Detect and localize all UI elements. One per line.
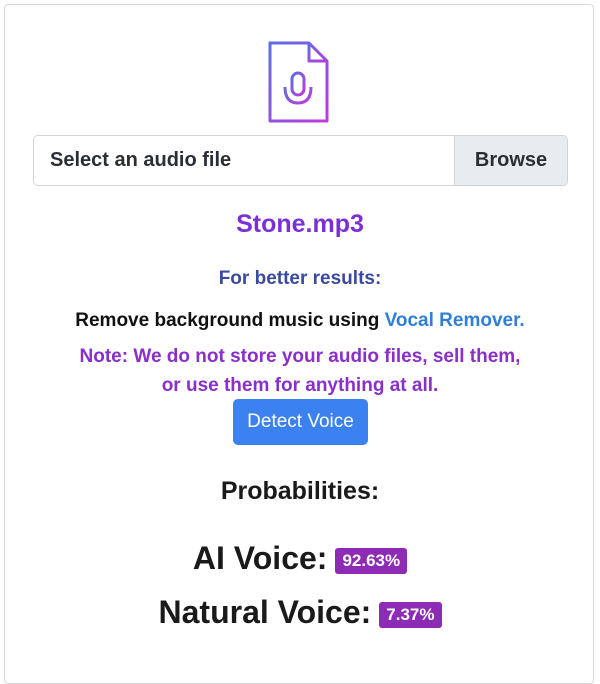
ai-voice-badge: 92.63% — [335, 548, 408, 574]
natural-voice-badge: 7.37% — [379, 602, 442, 628]
tips-heading: For better results: — [218, 268, 382, 289]
remove-music-tip: Remove background music using Vocal Remo… — [0, 310, 600, 332]
natural-voice-label: Natural Voice: — [158, 593, 372, 630]
remove-tip-text: Remove background music using — [75, 310, 385, 331]
probabilities-heading: Probabilities: — [220, 477, 380, 505]
privacy-note-line1: Note: We do not store your audio files, … — [79, 346, 521, 367]
file-input-label[interactable]: Select an audio file — [34, 136, 454, 185]
privacy-note-line2: or use them for anything at all. — [161, 375, 439, 396]
privacy-note: Note: We do not store your audio files, … — [0, 342, 600, 400]
natural-voice-result: Natural Voice: 7.37% — [0, 592, 600, 632]
ai-voice-label: AI Voice: — [192, 539, 328, 576]
browse-button[interactable]: Browse — [454, 136, 567, 185]
detect-voice-button[interactable]: Detect Voice — [233, 399, 368, 445]
ai-voice-result: AI Voice: 92.63% — [0, 538, 600, 578]
selected-filename: Stone.mp3 — [236, 210, 364, 238]
vocal-remover-link[interactable]: Vocal Remover. — [385, 310, 525, 331]
audio-file-icon — [265, 40, 331, 124]
audio-file-input[interactable]: Select an audio file Browse — [33, 135, 568, 186]
